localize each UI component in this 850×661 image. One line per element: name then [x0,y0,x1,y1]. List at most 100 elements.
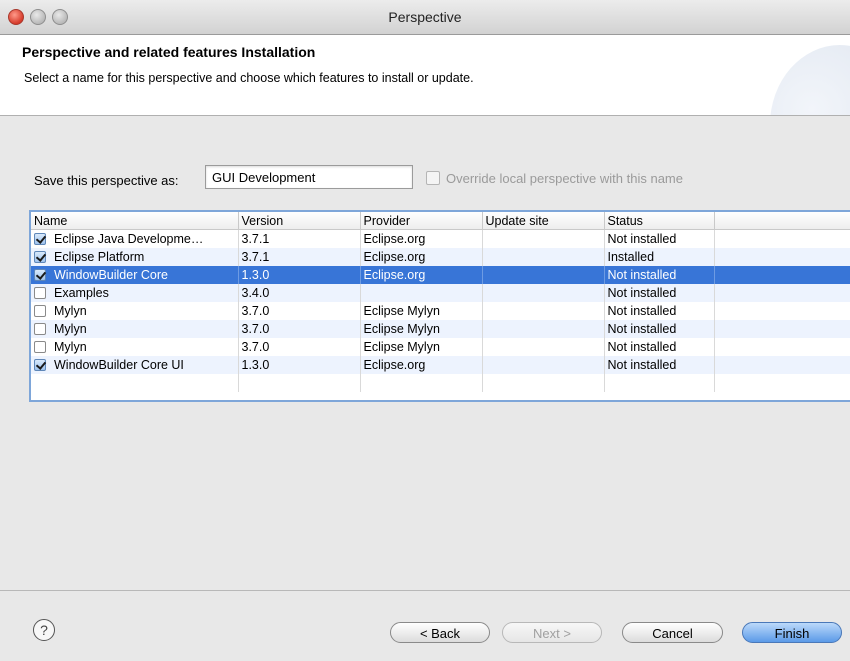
cell-name-text: Eclipse Platform [54,250,145,264]
cell-filler [714,302,850,320]
cancel-button[interactable]: Cancel [622,622,723,643]
window-title: Perspective [388,9,462,25]
cell-update-site [482,266,605,284]
cell-update-site [482,302,605,320]
cell-update-site [482,338,605,356]
cell-version-text: 1.3.0 [241,358,270,372]
cell-version-text: 3.7.1 [241,232,270,246]
cell-status-text: Not installed [607,232,677,246]
cell-name: Mylyn [31,338,239,356]
finish-button[interactable]: Finish [742,622,842,643]
feature-checkbox[interactable] [34,305,46,317]
empty-cell [604,374,715,392]
empty-cell [31,374,239,392]
cell-update-site [482,356,605,374]
cell-version-text: 3.4.0 [241,286,270,300]
cell-status: Not installed [604,302,715,320]
cell-provider-text: Eclipse.org [363,232,426,246]
cell-status: Not installed [604,338,715,356]
page-title: Perspective and related features Install… [22,44,316,60]
feature-checkbox[interactable] [34,269,46,281]
cell-version-text: 3.7.0 [241,340,270,354]
features-table[interactable]: Name Version Provider Update site Status… [29,210,850,402]
cell-update-site [482,229,605,248]
cell-status: Not installed [604,356,715,374]
title-bar: Perspective [0,0,850,35]
cell-name-text: Mylyn [54,322,87,336]
help-icon[interactable]: ? [33,619,55,641]
cell-version: 1.3.0 [238,356,361,374]
page-description: Select a name for this perspective and c… [24,71,474,85]
cell-name: Eclipse Java Developme… [31,229,239,248]
override-checkbox[interactable]: Override local perspective with this nam… [426,171,683,186]
wizard-header: Perspective and related features Install… [0,35,850,116]
column-header-name[interactable]: Name [31,212,239,230]
feature-checkbox[interactable] [34,287,46,299]
cell-name: Mylyn [31,320,239,338]
table-row[interactable]: Eclipse Platform 3.7.1 Eclipse.org Installe… [31,248,850,266]
cell-version-text: 3.7.0 [241,304,270,318]
cell-update-site [482,320,605,338]
table-row[interactable]: WindowBuilder Core UI 1.3.0 Eclipse.org Not… [31,356,850,374]
cell-filler [714,320,850,338]
override-checkbox-box[interactable] [426,171,440,185]
cell-status: Installed [604,248,715,266]
feature-checkbox[interactable] [34,341,46,353]
cell-name: Examples [31,284,239,302]
feature-checkbox[interactable] [34,359,46,371]
cell-name-text: Mylyn [54,304,87,318]
back-button[interactable]: < Back [390,622,490,643]
table-header-row: Name Version Provider Update site Status [31,212,850,230]
cell-version: 1.3.0 [238,266,361,284]
table-row[interactable]: Examples 3.4.0 Not installed [31,284,850,302]
empty-cell [482,374,605,392]
cell-status: Not installed [604,266,715,284]
table-row[interactable]: WindowBuilder Core 1.3.0 Eclipse.org Not in… [31,266,850,284]
table-row[interactable]: Mylyn 3.7.0 Eclipse Mylyn Not installed [31,302,850,320]
cell-filler [714,356,850,374]
cell-status-text: Not installed [607,340,677,354]
cell-version-text: 3.7.1 [241,250,270,264]
cell-status: Not installed [604,284,715,302]
cell-version: 3.4.0 [238,284,361,302]
cell-name-text: WindowBuilder Core UI [54,358,184,372]
column-header-provider[interactable]: Provider [360,212,483,230]
column-header-status[interactable]: Status [604,212,715,230]
table-row[interactable]: Mylyn 3.7.0 Eclipse Mylyn Not installed [31,338,850,356]
cell-filler [714,284,850,302]
cell-version-text: 1.3.0 [241,268,270,282]
feature-checkbox[interactable] [34,251,46,263]
cell-status-text: Not installed [607,358,677,372]
cell-version: 3.7.0 [238,302,361,320]
cell-provider: Eclipse Mylyn [360,302,483,320]
cell-version: 3.7.1 [238,248,361,266]
column-header-update-site[interactable]: Update site [482,212,605,230]
cell-version-text: 3.7.0 [241,322,270,336]
cell-status-text: Not installed [607,304,677,318]
cell-filler [714,338,850,356]
cell-name-text: Examples [54,286,109,300]
feature-checkbox[interactable] [34,323,46,335]
perspective-name-input[interactable] [205,165,413,189]
cell-name-text: Eclipse Java Developme… [54,232,204,246]
cell-update-site [482,248,605,266]
empty-cell [714,374,850,392]
cell-name: WindowBuilder Core [31,266,239,284]
cell-name: Mylyn [31,302,239,320]
header-decoration [770,45,850,115]
cell-filler [714,266,850,284]
cell-provider-text: Eclipse Mylyn [363,304,440,318]
table-row[interactable]: Eclipse Java Developme… 3.7.1 Eclipse.org N… [31,229,850,248]
column-header-version[interactable]: Version [238,212,361,230]
cell-status-text: Not installed [607,286,677,300]
next-button[interactable]: Next > [502,622,602,643]
feature-checkbox[interactable] [34,233,46,245]
cell-status-text: Not installed [607,322,677,336]
cell-version: 3.7.0 [238,320,361,338]
cell-provider: Eclipse Mylyn [360,320,483,338]
cell-provider: Eclipse.org [360,248,483,266]
cell-provider: Eclipse Mylyn [360,338,483,356]
cell-provider-text: Eclipse Mylyn [363,340,440,354]
cell-provider-text: Eclipse.org [363,358,426,372]
table-row[interactable]: Mylyn 3.7.0 Eclipse Mylyn Not installed [31,320,850,338]
